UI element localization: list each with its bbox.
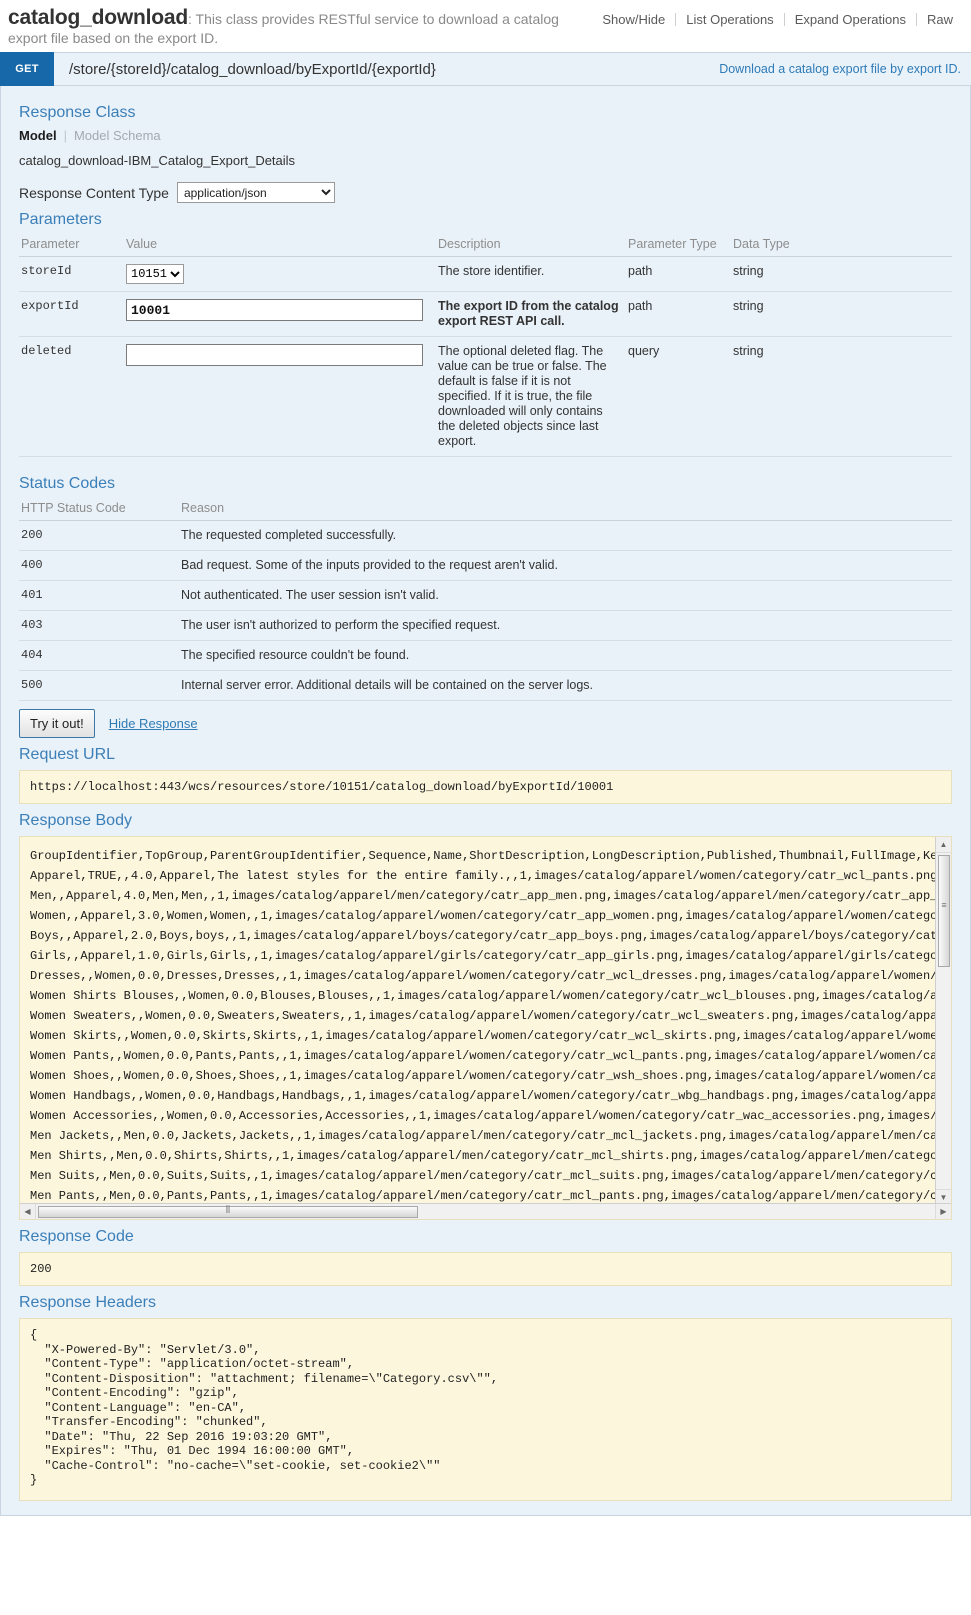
response-body-container[interactable]: GroupIdentifier,TopGroup,ParentGroupIden…: [19, 836, 952, 1220]
hide-response-link[interactable]: Hide Response: [109, 716, 198, 731]
parameter-type: path: [626, 291, 731, 337]
parameter-name: exportId: [19, 291, 124, 337]
response-body-text: GroupIdentifier,TopGroup,ParentGroupIden…: [30, 849, 951, 1203]
parameter-description: The optional deleted flag. The value can…: [436, 336, 626, 457]
response-content-type-label: Response Content Type: [19, 184, 169, 201]
resource-title-block: catalog_download: This class provides RE…: [8, 6, 568, 48]
col-parameter-type: Parameter Type: [626, 235, 731, 257]
status-reason: The specified resource couldn't be found…: [179, 640, 952, 671]
response-body-horizontal-scrollbar[interactable]: ◀ ▶: [20, 1203, 951, 1219]
status-code: 400: [19, 550, 179, 581]
parameters-table: Parameter Value Description Parameter Ty…: [19, 235, 952, 457]
col-reason: Reason: [179, 499, 952, 521]
col-http-status-code: HTTP Status Code: [19, 499, 179, 521]
status-code: 401: [19, 580, 179, 611]
tab-model-schema[interactable]: Model Schema: [74, 128, 161, 143]
scroll-up-icon[interactable]: ▲: [936, 837, 951, 853]
parameter-type: query: [626, 336, 731, 457]
page-title: catalog_download: [8, 6, 188, 29]
response-body-heading: Response Body: [19, 812, 132, 829]
status-reason: Internal server error. Additional detail…: [179, 670, 952, 701]
response-headers-heading: Response Headers: [19, 1294, 156, 1311]
deleted-input[interactable]: [126, 344, 423, 366]
status-code: 404: [19, 640, 179, 671]
submit-row: Try it out! Hide Response: [19, 709, 952, 738]
response-code-value: 200: [19, 1252, 952, 1286]
table-row: 400 Bad request. Some of the inputs prov…: [19, 550, 952, 581]
table-row: 500 Internal server error. Additional de…: [19, 670, 952, 701]
response-headers-value: { "X-Powered-By": "Servlet/3.0", "Conten…: [19, 1318, 952, 1501]
swagger-page: catalog_download: This class provides RE…: [0, 0, 971, 1516]
operation-summary-link[interactable]: Download a catalog export file by export…: [719, 62, 971, 76]
request-url-heading: Request URL: [19, 746, 116, 763]
response-body-vertical-scrollbar[interactable]: ▲ ▼: [935, 837, 951, 1205]
col-description: Description: [436, 235, 626, 257]
table-row: storeId 10151 The store identifier. path…: [19, 256, 952, 292]
parameter-value-cell: [124, 336, 436, 457]
status-codes-table: HTTP Status Code Reason 200 The requeste…: [19, 499, 952, 701]
response-class-heading: Response Class: [19, 104, 136, 121]
status-code: 500: [19, 670, 179, 701]
table-row: deleted The optional deleted flag. The v…: [19, 336, 952, 457]
model-tabs: Model | Model Schema: [19, 128, 952, 143]
try-it-out-button[interactable]: Try it out!: [19, 709, 95, 738]
resource-options: Show/Hide List Operations Expand Operati…: [592, 6, 963, 27]
parameter-name: storeId: [19, 256, 124, 292]
tab-divider: |: [63, 128, 67, 143]
response-content-type-row: Response Content Type application/json: [19, 182, 952, 203]
list-operations-link[interactable]: List Operations: [676, 12, 783, 27]
horizontal-scroll-thumb[interactable]: [38, 1205, 418, 1218]
raw-link[interactable]: Raw: [917, 12, 963, 27]
exportid-input[interactable]: [126, 299, 423, 321]
table-row: 401 Not authenticated. The user session …: [19, 580, 952, 611]
operation-content: Response Class Model | Model Schema cata…: [0, 86, 971, 1516]
parameter-data-type: string: [731, 336, 952, 457]
table-row: 403 The user isn't authorized to perform…: [19, 610, 952, 641]
col-value: Value: [124, 235, 436, 257]
col-data-type: Data Type: [731, 235, 952, 257]
table-row: 200 The requested completed successfully…: [19, 520, 952, 551]
http-method-badge: GET: [0, 52, 54, 86]
status-reason: Bad request. Some of the inputs provided…: [179, 550, 952, 581]
status-reason: The requested completed successfully.: [179, 520, 952, 551]
parameter-name: deleted: [19, 336, 124, 457]
storeid-select[interactable]: 10151: [126, 264, 184, 284]
parameter-description: The export ID from the catalog export RE…: [436, 291, 626, 337]
scroll-right-icon[interactable]: ▶: [935, 1204, 951, 1219]
parameters-header-row: Parameter Value Description Parameter Ty…: [19, 235, 952, 257]
resource-header: catalog_download: This class provides RE…: [0, 0, 971, 52]
table-row: 404 The specified resource couldn't be f…: [19, 640, 952, 671]
operation-path[interactable]: /store/{storeId}/catalog_download/byExpo…: [54, 61, 719, 78]
status-codes-header-row: HTTP Status Code Reason: [19, 499, 952, 521]
status-code: 403: [19, 610, 179, 641]
parameter-value-cell: [124, 291, 436, 337]
response-content-type-select[interactable]: application/json: [176, 182, 335, 203]
model-name: catalog_download-IBM_Catalog_Export_Deta…: [19, 153, 296, 168]
parameter-description: The store identifier.: [436, 256, 626, 292]
parameter-data-type: string: [731, 256, 952, 292]
table-row: exportId The export ID from the catalog …: [19, 291, 952, 337]
col-parameter: Parameter: [19, 235, 124, 257]
vertical-scroll-thumb[interactable]: [938, 855, 950, 967]
status-reason: Not authenticated. The user session isn'…: [179, 580, 952, 611]
scroll-left-icon[interactable]: ◀: [20, 1204, 36, 1219]
show-hide-link[interactable]: Show/Hide: [592, 12, 675, 27]
parameter-value-cell: 10151: [124, 256, 436, 292]
operation-header[interactable]: GET /store/{storeId}/catalog_download/by…: [0, 52, 971, 86]
response-code-heading: Response Code: [19, 1228, 134, 1245]
parameter-type: path: [626, 256, 731, 292]
request-url-value: https://localhost:443/wcs/resources/stor…: [19, 770, 952, 804]
tab-model[interactable]: Model: [19, 128, 57, 143]
status-reason: The user isn't authorized to perform the…: [179, 610, 952, 641]
parameters-heading: Parameters: [19, 211, 102, 228]
status-code: 200: [19, 520, 179, 551]
expand-operations-link[interactable]: Expand Operations: [785, 12, 916, 27]
status-codes-heading: Status Codes: [19, 475, 116, 492]
parameter-data-type: string: [731, 291, 952, 337]
